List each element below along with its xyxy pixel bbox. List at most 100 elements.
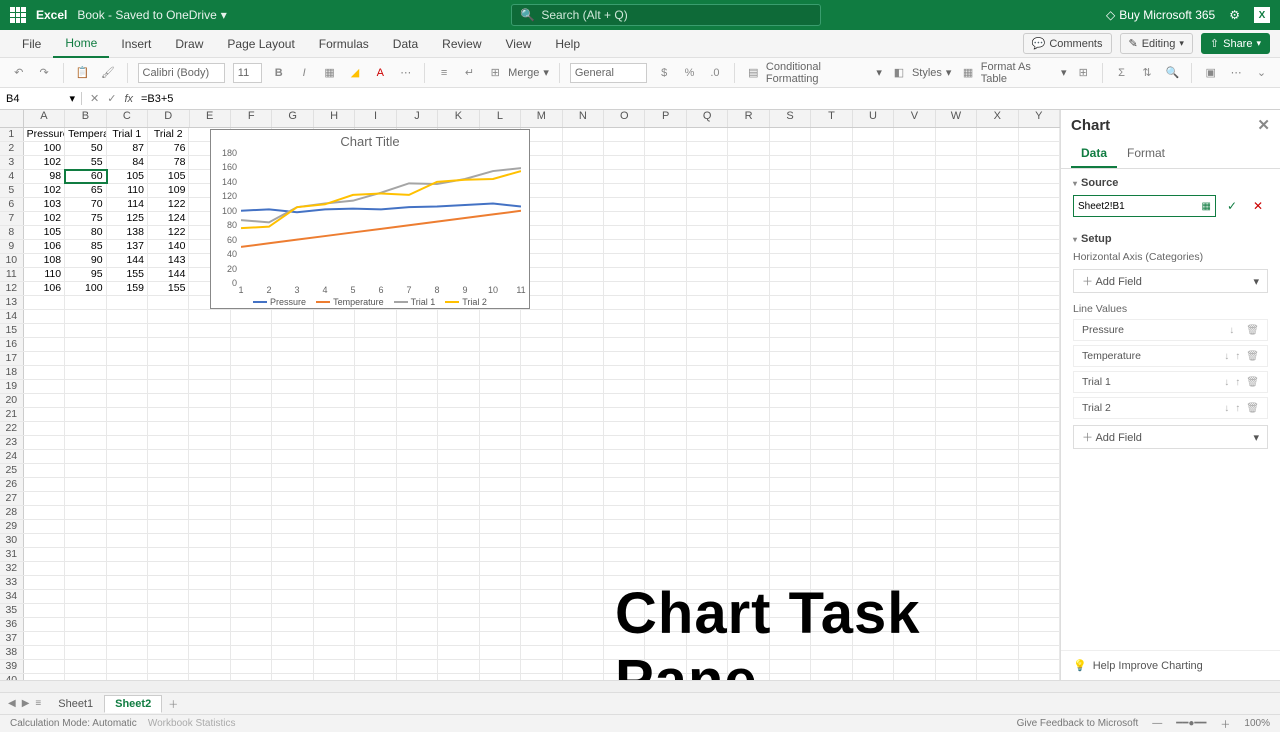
cell[interactable] bbox=[977, 422, 1018, 435]
cell[interactable] bbox=[936, 506, 977, 519]
cell[interactable] bbox=[231, 506, 272, 519]
cell[interactable] bbox=[811, 268, 852, 281]
cell[interactable] bbox=[936, 296, 977, 309]
cell[interactable] bbox=[521, 422, 562, 435]
cell[interactable] bbox=[728, 282, 769, 295]
cell[interactable] bbox=[65, 366, 106, 379]
col-head-J[interactable]: J bbox=[397, 110, 438, 127]
cell[interactable] bbox=[438, 450, 479, 463]
cell[interactable] bbox=[853, 562, 894, 575]
cell[interactable] bbox=[728, 534, 769, 547]
cell[interactable] bbox=[1019, 520, 1060, 533]
cell[interactable] bbox=[687, 254, 728, 267]
cell[interactable] bbox=[148, 576, 189, 589]
cell[interactable] bbox=[314, 604, 355, 617]
cell[interactable] bbox=[645, 324, 686, 337]
document-title[interactable]: Book - Saved to OneDrive▾ bbox=[77, 8, 226, 22]
cell[interactable] bbox=[272, 548, 313, 561]
tab-draw[interactable]: Draw bbox=[163, 30, 215, 58]
cell[interactable] bbox=[231, 366, 272, 379]
cell[interactable] bbox=[355, 604, 396, 617]
cell[interactable] bbox=[231, 380, 272, 393]
cell[interactable] bbox=[272, 352, 313, 365]
cell[interactable]: 105 bbox=[24, 226, 65, 239]
cell[interactable] bbox=[24, 450, 65, 463]
row-head[interactable]: 17 bbox=[0, 352, 24, 365]
cell[interactable] bbox=[1019, 548, 1060, 561]
cell[interactable] bbox=[936, 338, 977, 351]
cell[interactable] bbox=[894, 520, 935, 533]
cell[interactable] bbox=[853, 520, 894, 533]
cell[interactable]: 114 bbox=[107, 198, 148, 211]
cell[interactable] bbox=[107, 310, 148, 323]
cell[interactable] bbox=[521, 548, 562, 561]
cell[interactable] bbox=[894, 352, 935, 365]
cell[interactable] bbox=[314, 492, 355, 505]
cell[interactable] bbox=[189, 506, 230, 519]
settings-icon[interactable]: ⚙ bbox=[1229, 8, 1240, 22]
cell[interactable]: 105 bbox=[107, 170, 148, 183]
cell[interactable] bbox=[521, 520, 562, 533]
cell[interactable]: 110 bbox=[24, 268, 65, 281]
cell[interactable] bbox=[438, 632, 479, 645]
cell[interactable] bbox=[604, 394, 645, 407]
cell[interactable] bbox=[355, 534, 396, 547]
move-down-icon[interactable]: ↓ bbox=[1229, 325, 1234, 336]
cell[interactable]: 103 bbox=[24, 198, 65, 211]
cell[interactable] bbox=[148, 408, 189, 421]
cell[interactable] bbox=[1019, 282, 1060, 295]
tab-home[interactable]: Home bbox=[53, 30, 109, 58]
cell[interactable] bbox=[645, 184, 686, 197]
cell[interactable]: 144 bbox=[107, 254, 148, 267]
cell[interactable] bbox=[645, 478, 686, 491]
cell[interactable] bbox=[148, 660, 189, 673]
font-color-button[interactable]: A bbox=[372, 64, 389, 82]
cell[interactable] bbox=[231, 520, 272, 533]
cell[interactable] bbox=[936, 366, 977, 379]
conditional-formatting-button[interactable]: ▤Conditional Formatting▾ bbox=[745, 61, 882, 85]
cell[interactable] bbox=[894, 184, 935, 197]
cell[interactable] bbox=[563, 296, 604, 309]
cell[interactable] bbox=[728, 156, 769, 169]
cell[interactable] bbox=[894, 198, 935, 211]
cell[interactable] bbox=[1019, 156, 1060, 169]
col-head-D[interactable]: D bbox=[148, 110, 189, 127]
cell[interactable] bbox=[480, 548, 521, 561]
cell[interactable] bbox=[811, 478, 852, 491]
row-head[interactable]: 40 bbox=[0, 674, 24, 680]
cell[interactable] bbox=[563, 338, 604, 351]
font-select[interactable]: Calibri (Body) bbox=[138, 63, 225, 83]
cell[interactable] bbox=[563, 576, 604, 589]
cell[interactable] bbox=[563, 128, 604, 141]
cell[interactable]: 70 bbox=[65, 198, 106, 211]
cell[interactable] bbox=[480, 408, 521, 421]
cell[interactable] bbox=[563, 156, 604, 169]
cancel-formula-icon[interactable]: ✕ bbox=[90, 92, 99, 105]
cell[interactable] bbox=[770, 562, 811, 575]
cell[interactable] bbox=[853, 478, 894, 491]
cell[interactable] bbox=[770, 254, 811, 267]
cell[interactable] bbox=[480, 660, 521, 673]
align-button[interactable]: ≡ bbox=[435, 64, 452, 82]
row-head[interactable]: 32 bbox=[0, 562, 24, 575]
cell[interactable] bbox=[563, 674, 604, 680]
cell[interactable] bbox=[480, 534, 521, 547]
cell[interactable] bbox=[936, 170, 977, 183]
cell[interactable] bbox=[355, 324, 396, 337]
cell[interactable] bbox=[563, 422, 604, 435]
fx-icon[interactable]: fx bbox=[124, 93, 133, 105]
cell[interactable] bbox=[438, 478, 479, 491]
cell[interactable] bbox=[770, 380, 811, 393]
cell[interactable] bbox=[563, 268, 604, 281]
comments-button[interactable]: 💬Comments bbox=[1023, 33, 1112, 54]
cell[interactable] bbox=[148, 422, 189, 435]
cell[interactable] bbox=[189, 408, 230, 421]
cell[interactable] bbox=[563, 618, 604, 631]
cell[interactable] bbox=[977, 268, 1018, 281]
cell[interactable] bbox=[397, 422, 438, 435]
add-field-horiz-button[interactable]: ＋ Add Field▾ bbox=[1073, 269, 1268, 293]
cell[interactable] bbox=[148, 464, 189, 477]
cell[interactable] bbox=[770, 450, 811, 463]
tab-data[interactable]: Data bbox=[381, 30, 430, 58]
cell[interactable] bbox=[189, 366, 230, 379]
